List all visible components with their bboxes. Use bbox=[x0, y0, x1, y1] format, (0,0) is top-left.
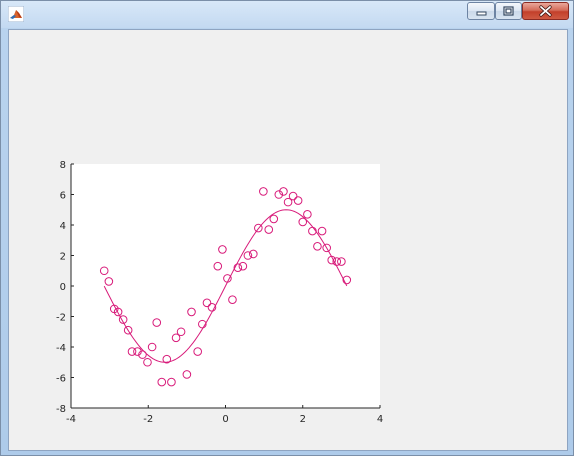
y-tick-label: -6 bbox=[56, 374, 66, 385]
x-tick-label: 2 bbox=[300, 414, 306, 425]
y-tick-label: -2 bbox=[56, 313, 66, 324]
y-tick-label: -8 bbox=[56, 404, 66, 415]
y-tick-label: -4 bbox=[56, 343, 66, 354]
minimize-icon bbox=[476, 11, 487, 16]
close-icon bbox=[539, 5, 552, 17]
y-tick-label: 0 bbox=[60, 282, 66, 293]
x-tick-label: 0 bbox=[222, 414, 228, 425]
y-tick-label: 2 bbox=[60, 252, 66, 263]
y-tick-label: 4 bbox=[60, 221, 66, 232]
x-tick-label: -4 bbox=[66, 414, 76, 425]
close-button[interactable] bbox=[522, 2, 569, 20]
matlab-icon bbox=[8, 6, 24, 22]
y-tick-label: 8 bbox=[60, 160, 66, 171]
minimize-button[interactable] bbox=[467, 2, 495, 20]
plot-area[interactable]: -4 -2 0 2 4 8 6 4 2 0 -2 -4 -6 -8 bbox=[9, 30, 567, 450]
figure-window: -4 -2 0 2 4 8 6 4 2 0 -2 -4 -6 -8 bbox=[0, 0, 574, 456]
y-tick-label: 6 bbox=[60, 191, 66, 202]
title-bar[interactable] bbox=[1, 1, 573, 28]
maximize-icon bbox=[503, 6, 514, 16]
x-tick-label: -2 bbox=[143, 414, 153, 425]
x-tick-label: 4 bbox=[377, 414, 383, 425]
maximize-button[interactable] bbox=[495, 2, 522, 20]
figure-canvas: -4 -2 0 2 4 8 6 4 2 0 -2 -4 -6 -8 bbox=[8, 29, 568, 451]
